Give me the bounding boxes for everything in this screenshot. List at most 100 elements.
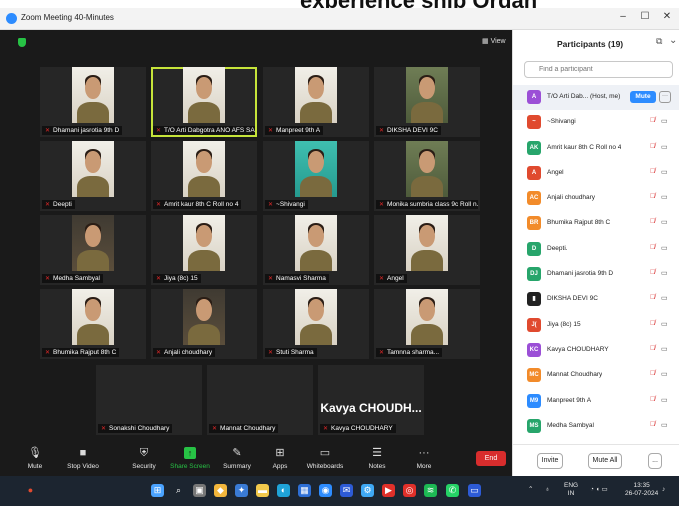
camera-icon[interactable]: ▭	[661, 143, 668, 151]
muted-mic-icon[interactable]: 🎙̸	[650, 218, 655, 225]
spotify-icon[interactable]: ≋	[424, 484, 437, 497]
more-options-icon[interactable]: ···	[659, 91, 671, 103]
zoom-icon[interactable]: ◉	[319, 484, 332, 497]
camera-icon[interactable]: ▭	[661, 421, 668, 429]
language-indicator[interactable]: ENG IN	[564, 482, 578, 498]
clock[interactable]: 13:35 26-07-2024	[625, 482, 658, 498]
camera-icon[interactable]: ▭	[661, 218, 668, 226]
chrome-icon[interactable]: ◎	[403, 484, 416, 497]
close-window-button[interactable]: ✕	[658, 11, 676, 22]
participant-row[interactable]: AK Amrit kaur 8th C Roll no 4 🎙̸ ▭	[513, 136, 679, 161]
camera-icon[interactable]: ▭	[661, 370, 668, 378]
camera-icon[interactable]: ▭	[661, 193, 668, 201]
video-tile[interactable]: Monika sumbria class 9c Roll n...	[374, 141, 480, 211]
stop-video-button[interactable]: ■ Stop Video	[55, 446, 111, 470]
mute-all-button[interactable]: Mute All	[588, 453, 622, 469]
task-view-icon[interactable]: ▣	[193, 484, 206, 497]
mute-button[interactable]: Mute	[630, 91, 656, 103]
tray-chevron-icon[interactable]: ⌃	[528, 486, 533, 494]
whiteboards-button[interactable]: ▭ Whiteboards	[297, 446, 353, 470]
video-tile[interactable]: Stuti Sharma	[263, 289, 369, 359]
muted-mic-icon[interactable]: 🎙̸	[650, 143, 655, 150]
view-button[interactable]: ▦ View	[482, 37, 506, 45]
camera-icon[interactable]: ▭	[661, 117, 668, 125]
video-tile[interactable]: Manpreet 9th A	[263, 67, 369, 137]
video-tile[interactable]: Dhamani jasrotia 9th D	[40, 67, 146, 137]
app-icon[interactable]: ●	[24, 484, 37, 497]
muted-mic-icon[interactable]: 🎙̸	[650, 193, 655, 200]
camera-icon[interactable]: ▭	[661, 396, 668, 404]
muted-mic-icon[interactable]: 🎙̸	[650, 117, 655, 124]
participant-row[interactable]: ▮ DIKSHA DEVI 9C 🎙̸ ▭	[513, 287, 679, 312]
mail-icon[interactable]: ✉	[340, 484, 353, 497]
participant-row[interactable]: BR Bhumika Rajput 8th C 🎙̸ ▭	[513, 211, 679, 236]
video-tile[interactable]: Anjali choudhary	[151, 289, 257, 359]
participant-row[interactable]: ~ ~Shivangi 🎙̸ ▭	[513, 110, 679, 135]
close-panel-icon[interactable]: ⌄	[669, 35, 677, 46]
network-volume-battery-icon[interactable]: ◔ ◖ ▭	[590, 486, 608, 494]
more-button[interactable]: ··· More	[396, 446, 452, 470]
settings-icon[interactable]: ⚙	[361, 484, 374, 497]
maximize-button[interactable]: ☐	[636, 11, 654, 22]
video-tile[interactable]: Angel	[374, 215, 480, 285]
participant-search-input[interactable]	[524, 61, 673, 78]
video-tile[interactable]: ~Shivangi	[263, 141, 369, 211]
widgets-icon[interactable]: ◆	[214, 484, 227, 497]
whatsapp-icon[interactable]: ✆	[446, 484, 459, 497]
end-meeting-button[interactable]: End	[476, 451, 506, 466]
participant-row[interactable]: M9 Manpreet 9th A 🎙̸ ▭	[513, 389, 679, 414]
participant-video	[294, 67, 338, 123]
camera-icon[interactable]: ▭	[661, 269, 668, 277]
store-icon[interactable]: ▦	[298, 484, 311, 497]
video-tile[interactable]: T/O Arti Dabgotra ANO AFS SAMBA	[151, 67, 257, 137]
muted-mic-icon[interactable]: 🎙̸	[650, 294, 655, 301]
video-tile[interactable]: Amrit kaur 8th C Roll no 4	[151, 141, 257, 211]
teams-icon[interactable]: ✦	[235, 484, 248, 497]
participant-row-host[interactable]: A T/O Arti Dab... (Host, me) Mute ···	[513, 85, 679, 111]
notification-bell-icon[interactable]: ♪	[662, 486, 665, 494]
camera-icon[interactable]: ▭	[661, 320, 668, 328]
camera-icon[interactable]: ▭	[661, 345, 668, 353]
camera-icon[interactable]: ▭	[661, 294, 668, 302]
video-tile[interactable]: Jiya (8c) 15	[151, 215, 257, 285]
muted-mic-icon[interactable]: 🎙̸	[650, 345, 655, 352]
youtube-icon[interactable]: ▶	[382, 484, 395, 497]
video-tile[interactable]: Kavya CHOUDH... Kavya CHOUDHARY	[318, 365, 424, 435]
video-tile[interactable]: DIKSHA DEVI 9C	[374, 67, 480, 137]
mic-tray-icon[interactable]: ♁	[545, 486, 550, 494]
muted-mic-icon[interactable]: 🎙̸	[650, 168, 655, 175]
video-tile[interactable]: Sonakshi Choudhary	[96, 365, 202, 435]
invite-button[interactable]: Invite	[537, 453, 563, 469]
zoom-active-icon[interactable]: ▭	[468, 484, 481, 497]
video-tile[interactable]: Mannat Choudhary	[207, 365, 313, 435]
more-button[interactable]: ...	[648, 453, 662, 469]
muted-mic-icon[interactable]: 🎙̸	[650, 244, 655, 251]
participant-row[interactable]: KC Kavya CHOUDHARY 🎙̸ ▭	[513, 338, 679, 363]
file-explorer-icon[interactable]: ▬	[256, 484, 269, 497]
video-tile[interactable]: Medha Sambyal	[40, 215, 146, 285]
minimize-button[interactable]: –	[614, 11, 632, 22]
participant-row[interactable]: DJ Dhamani jasrotia 9th D 🎙̸ ▭	[513, 262, 679, 287]
participant-row[interactable]: MS Medha Sambyal 🎙̸ ▭	[513, 414, 679, 439]
muted-mic-icon[interactable]: 🎙̸	[650, 370, 655, 377]
camera-icon[interactable]: ▭	[661, 168, 668, 176]
participant-row[interactable]: AC Anjali choudhary 🎙̸ ▭	[513, 186, 679, 211]
participant-row[interactable]: J(Jiya (8c) 15 🎙̸ ▭	[513, 313, 679, 338]
muted-mic-icon[interactable]: 🎙̸	[650, 320, 655, 327]
camera-icon[interactable]: ▭	[661, 244, 668, 252]
muted-mic-icon[interactable]: 🎙̸	[650, 421, 655, 428]
video-tile[interactable]: Bhumika Rajput 8th C	[40, 289, 146, 359]
participant-row[interactable]: A Angel 🎙̸ ▭	[513, 161, 679, 186]
participant-row[interactable]: MC Mannat Choudhary 🎙̸ ▭	[513, 363, 679, 388]
video-tile[interactable]: Namasvi Sharma	[263, 215, 369, 285]
video-tile[interactable]: Deepti	[40, 141, 146, 211]
participant-row[interactable]: D Deepti. 🎙̸ ▭	[513, 237, 679, 262]
popout-icon[interactable]: ⧉	[656, 36, 662, 47]
video-tile[interactable]: Tamnna sharma...	[374, 289, 480, 359]
muted-mic-icon[interactable]: 🎙̸	[650, 269, 655, 276]
start-icon[interactable]: ⊞	[151, 484, 164, 497]
muted-mic-icon[interactable]: 🎙̸	[650, 396, 655, 403]
encryption-shield-icon[interactable]	[18, 38, 26, 47]
search-icon[interactable]: ⌕	[172, 484, 185, 497]
edge-icon[interactable]: ◐	[277, 484, 290, 497]
